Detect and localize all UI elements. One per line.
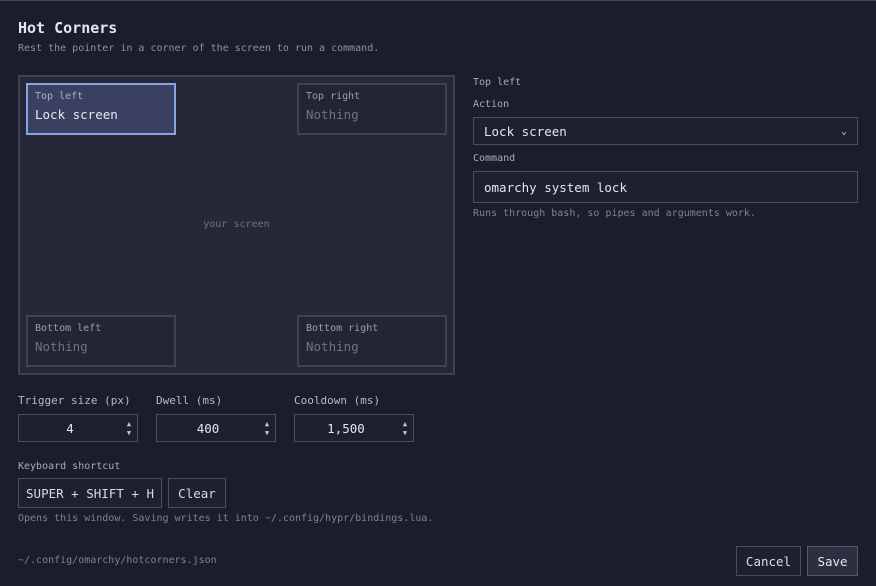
shortcut-hint: Opens this window. Saving writes it into… bbox=[18, 513, 434, 524]
caret-up-icon[interactable]: ▲ bbox=[403, 420, 407, 428]
caret-down-icon[interactable]: ▼ bbox=[403, 429, 407, 437]
screen-label: your screen bbox=[203, 219, 270, 230]
command-hint: Runs through bash, so pipes and argument… bbox=[473, 208, 756, 219]
page-subtitle: Rest the pointer in a corner of the scre… bbox=[18, 43, 380, 54]
corner-value: Nothing bbox=[35, 339, 88, 354]
command-input-value: omarchy system lock bbox=[484, 179, 627, 195]
corner-bottom-right[interactable]: Bottom right Nothing bbox=[297, 315, 447, 367]
corner-name: Bottom left bbox=[35, 323, 102, 334]
cancel-button[interactable]: Cancel bbox=[736, 546, 801, 576]
corner-value: Lock screen bbox=[35, 107, 118, 122]
command-input[interactable]: omarchy system lock bbox=[473, 171, 858, 203]
cooldown-value: 1,500 bbox=[327, 420, 365, 436]
page-title: Hot Corners bbox=[18, 19, 118, 37]
screen-preview: your screen Top left Lock screen Top rig… bbox=[18, 75, 455, 375]
caret-up-icon[interactable]: ▲ bbox=[265, 420, 269, 428]
corner-name: Top right bbox=[306, 91, 361, 102]
dwell-label: Dwell (ms) bbox=[156, 394, 223, 407]
panel-heading: Top left bbox=[473, 77, 522, 88]
caret-down-icon[interactable]: ▼ bbox=[127, 429, 131, 437]
shortcut-recorder-button[interactable]: SUPER + SHIFT + H bbox=[18, 478, 162, 508]
caret-down-icon[interactable]: ▼ bbox=[265, 429, 269, 437]
shortcut-label: Keyboard shortcut bbox=[18, 461, 121, 472]
cooldown-label: Cooldown (ms) bbox=[294, 394, 381, 407]
corner-top-right[interactable]: Top right Nothing bbox=[297, 83, 447, 135]
trigger-size-stepper[interactable]: 4 ▲ ▼ bbox=[18, 414, 138, 442]
save-button[interactable]: Save bbox=[807, 546, 858, 576]
dwell-stepper[interactable]: 400 ▲ ▼ bbox=[156, 414, 276, 442]
action-select[interactable]: Lock screen ⌄ bbox=[473, 117, 858, 145]
corner-value: Nothing bbox=[306, 107, 359, 122]
corner-name: Bottom right bbox=[306, 323, 379, 334]
dwell-value: 400 bbox=[196, 420, 220, 436]
clear-shortcut-button[interactable]: Clear bbox=[168, 478, 226, 508]
corner-name: Top left bbox=[35, 91, 84, 102]
trigger-size-label: Trigger size (px) bbox=[18, 394, 131, 407]
caret-up-icon[interactable]: ▲ bbox=[127, 420, 131, 428]
action-select-value: Lock screen bbox=[484, 123, 567, 139]
cooldown-stepper[interactable]: 1,500 ▲ ▼ bbox=[294, 414, 414, 442]
action-label: Action bbox=[473, 99, 510, 110]
command-label: Command bbox=[473, 153, 516, 164]
config-path: ~/.config/omarchy/hotcorners.json bbox=[18, 555, 217, 566]
corner-top-left[interactable]: Top left Lock screen bbox=[26, 83, 176, 135]
corner-bottom-left[interactable]: Bottom left Nothing bbox=[26, 315, 176, 367]
trigger-size-value: 4 bbox=[66, 420, 74, 436]
corner-value: Nothing bbox=[306, 339, 359, 354]
chevron-down-icon: ⌄ bbox=[840, 125, 847, 137]
